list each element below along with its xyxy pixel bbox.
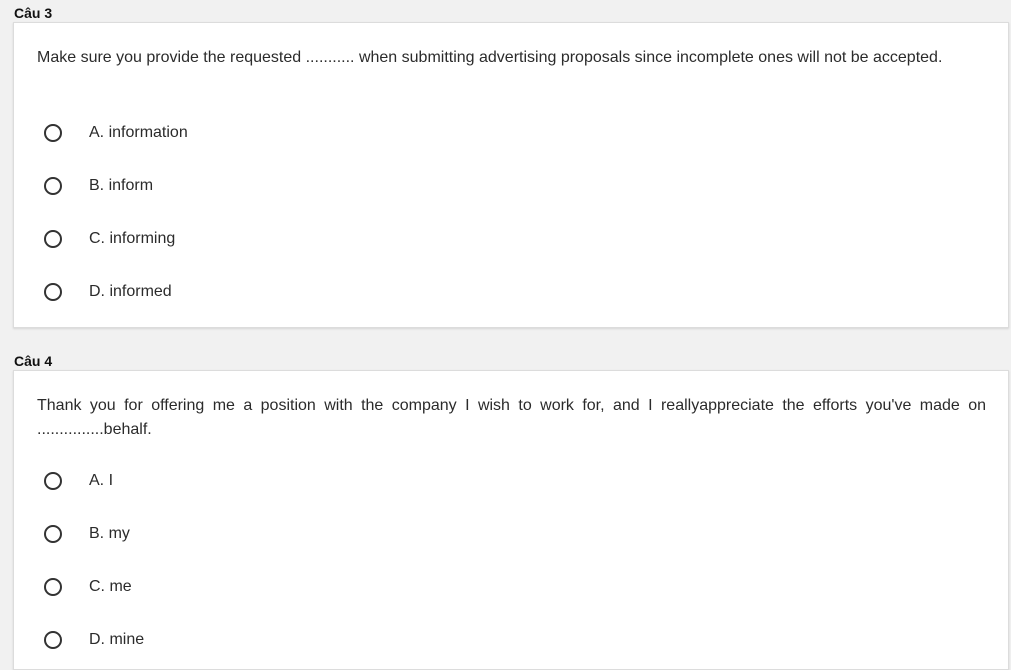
radio-unchecked-icon[interactable] — [44, 631, 62, 649]
question-3-card: Make sure you provide the requested ....… — [13, 22, 1009, 328]
radio-unchecked-icon[interactable] — [44, 283, 62, 301]
question-3-prompt: Make sure you provide the requested ....… — [37, 49, 943, 66]
question-4-option-c[interactable]: C. me — [44, 576, 132, 598]
option-label: A. information — [89, 124, 188, 141]
question-4-option-b[interactable]: B. my — [44, 523, 130, 545]
option-label: D. informed — [89, 283, 172, 300]
option-label: A. I — [89, 472, 114, 489]
question-3-title: Câu 3 — [14, 5, 53, 21]
question-3-option-c[interactable]: C. informing — [44, 228, 175, 250]
question-3-option-b[interactable]: B. inform — [44, 175, 153, 197]
option-label: B. my — [89, 525, 130, 542]
question-4-option-a[interactable]: A. I — [44, 470, 113, 492]
question-3-option-d[interactable]: D. informed — [44, 281, 172, 303]
question-4-title: Câu 4 — [14, 353, 53, 369]
option-label: C. me — [89, 578, 132, 595]
question-4-card: Thank you for offering me a position wit… — [13, 370, 1009, 670]
radio-unchecked-icon[interactable] — [44, 472, 62, 490]
radio-unchecked-icon[interactable] — [44, 578, 62, 596]
option-label: D. mine — [89, 631, 145, 648]
option-label: C. informing — [89, 230, 176, 247]
radio-unchecked-icon[interactable] — [44, 525, 62, 543]
question-3-option-a[interactable]: A. information — [44, 122, 188, 144]
question-4-prompt: Thank you for offering me a position wit… — [37, 397, 986, 438]
option-label: B. inform — [89, 177, 154, 194]
radio-unchecked-icon[interactable] — [44, 124, 62, 142]
question-4-option-d[interactable]: D. mine — [44, 629, 144, 651]
radio-unchecked-icon[interactable] — [44, 177, 62, 195]
radio-unchecked-icon[interactable] — [44, 230, 62, 248]
